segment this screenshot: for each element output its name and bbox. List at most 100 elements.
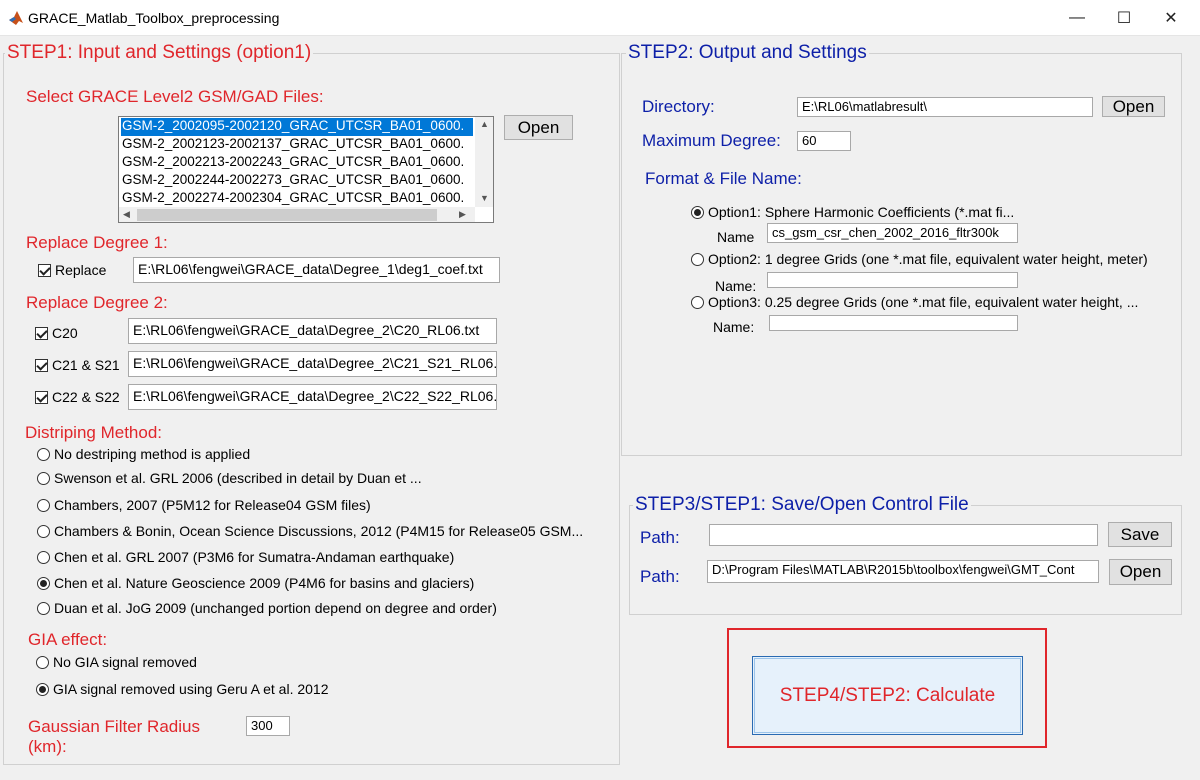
c20-label: C20 (52, 325, 78, 341)
radio-button[interactable] (691, 252, 704, 266)
max-degree-field[interactable]: 60 (797, 131, 851, 151)
matlab-icon (9, 11, 23, 25)
destripe-option-label: Chen et al. GRL 2007 (P3M6 for Sumatra-A… (54, 549, 455, 565)
name3-field[interactable] (769, 315, 1018, 331)
scroll-up-icon[interactable]: ▲ (480, 119, 489, 129)
list-item[interactable]: GSM-2_2002123-2002137_GRAC_UTCSR_BA01_06… (121, 136, 473, 154)
name2-label: Name: (715, 278, 757, 294)
radio-button-selected[interactable] (36, 682, 49, 696)
path1-field[interactable] (709, 524, 1098, 546)
select-files-label: Select GRACE Level2 GSM/GAD Files: (26, 87, 324, 106)
gia-option-label: No GIA signal removed (53, 654, 197, 670)
scroll-left-icon[interactable]: ◀ (123, 209, 130, 220)
destripe-option-label: No destriping method is applied (54, 446, 251, 462)
c20-checkbox[interactable] (35, 326, 48, 340)
output-option1-label: Option1: Sphere Harmonic Coefficients (*… (708, 204, 1015, 220)
c21-checkbox-row[interactable]: C21 & S21 (35, 357, 120, 373)
radio-button[interactable] (37, 550, 50, 564)
destripe-option-duan[interactable]: Duan et al. JoG 2009 (unchanged portion … (37, 600, 497, 616)
radio-button-selected[interactable] (37, 576, 50, 590)
destripe-option-label: Swenson et al. GRL 2006 (described in de… (54, 470, 422, 486)
minimize-icon: — (1069, 9, 1085, 26)
save-button[interactable]: Save (1108, 522, 1172, 547)
c22-path-field[interactable]: E:\RL06\fengwei\GRACE_data\Degree_2\C22_… (128, 384, 497, 410)
path2-label: Path: (640, 567, 680, 586)
destripe-option-chambers-bonin[interactable]: Chambers & Bonin, Ocean Science Discussi… (37, 523, 583, 539)
calculate-button[interactable]: STEP4/STEP2: Calculate (752, 656, 1023, 735)
destripe-option-swenson[interactable]: Swenson et al. GRL 2006 (described in de… (37, 470, 422, 486)
gia-option-none[interactable]: No GIA signal removed (36, 654, 197, 670)
list-item[interactable]: GSM-2_2002213-2002243_GRAC_UTCSR_BA01_06… (121, 154, 473, 172)
maximize-button[interactable]: ☐ (1101, 0, 1147, 36)
step2-title: STEP2: Output and Settings (626, 42, 869, 64)
radio-button[interactable] (691, 295, 704, 309)
destripe-option-label: Duan et al. JoG 2009 (unchanged portion … (54, 600, 497, 616)
path2-field[interactable]: D:\Program Files\MATLAB\R2015b\toolbox\f… (707, 560, 1099, 583)
replace-checkbox-label: Replace (55, 262, 107, 278)
directory-label: Directory: (642, 97, 715, 116)
name1-field[interactable]: cs_gsm_csr_chen_2002_2016_fltr300k (767, 223, 1018, 243)
directory-field[interactable]: E:\RL06\matlabresult\ (797, 97, 1093, 117)
gaussian-label-line2: (km): (28, 737, 67, 756)
radio-button[interactable] (37, 447, 50, 461)
radio-button[interactable] (36, 655, 49, 669)
step3-title: STEP3/STEP1: Save/Open Control File (633, 494, 971, 516)
close-button[interactable]: ✕ (1148, 0, 1194, 36)
degree1-path-field[interactable]: E:\RL06\fengwei\GRACE_data\Degree_1\deg1… (133, 257, 500, 283)
gia-option-geru[interactable]: GIA signal removed using Geru A et al. 2… (36, 681, 329, 697)
replace-checkbox[interactable] (38, 263, 51, 277)
step1-title: STEP1: Input and Settings (option1) (5, 42, 314, 64)
c20-checkbox-row[interactable]: C20 (35, 325, 78, 341)
replace-degree2-label: Replace Degree 2: (26, 293, 168, 312)
open-control-button[interactable]: Open (1109, 559, 1172, 585)
directory-open-button[interactable]: Open (1102, 96, 1165, 117)
c22-checkbox[interactable] (35, 390, 48, 404)
replace-degree1-label: Replace Degree 1: (26, 233, 168, 252)
scroll-right-icon[interactable]: ▶ (459, 209, 466, 220)
format-label: Format & File Name: (645, 169, 802, 188)
c22-checkbox-row[interactable]: C22 & S22 (35, 389, 120, 405)
radio-button-selected[interactable] (691, 205, 704, 219)
destripe-option-chambers2007[interactable]: Chambers, 2007 (P5M12 for Release04 GSM … (37, 497, 371, 513)
gaussian-radius-field[interactable]: 300 (246, 716, 290, 736)
output-option1[interactable]: Option1: Sphere Harmonic Coefficients (*… (691, 204, 1014, 220)
radio-button[interactable] (37, 498, 50, 512)
output-option2[interactable]: Option2: 1 degree Grids (one *.mat file,… (691, 251, 1148, 267)
destripe-option-chen2007[interactable]: Chen et al. GRL 2007 (P3M6 for Sumatra-A… (37, 549, 454, 565)
files-listbox[interactable]: GSM-2_2002095-2002120_GRAC_UTCSR_BA01_06… (118, 116, 494, 223)
c21-path-field[interactable]: E:\RL06\fengwei\GRACE_data\Degree_2\C21_… (128, 351, 497, 377)
c22-label: C22 & S22 (52, 389, 120, 405)
maximize-icon: ☐ (1116, 10, 1132, 27)
destripe-option-label: Chambers & Bonin, Ocean Science Discussi… (54, 523, 584, 539)
max-degree-label: Maximum Degree: (642, 131, 781, 150)
scroll-down-icon[interactable]: ▼ (480, 193, 489, 203)
gia-option-label: GIA signal removed using Geru A et al. 2… (53, 681, 329, 697)
destripe-option-label: Chambers, 2007 (P5M12 for Release04 GSM … (54, 497, 371, 513)
destripe-option-chen2009[interactable]: Chen et al. Nature Geoscience 2009 (P4M6… (37, 575, 474, 591)
c20-path-field[interactable]: E:\RL06\fengwei\GRACE_data\Degree_2\C20_… (128, 318, 497, 344)
vertical-scrollbar[interactable]: ▲ ▼ (475, 117, 493, 207)
output-option3[interactable]: Option3: 0.25 degree Grids (one *.mat fi… (691, 294, 1138, 310)
horizontal-scrollbar[interactable]: ◀ ▶ (119, 207, 475, 222)
path1-label: Path: (640, 528, 680, 547)
radio-button[interactable] (37, 471, 50, 485)
radio-button[interactable] (37, 524, 50, 538)
list-item[interactable]: GSM-2_2002244-2002273_GRAC_UTCSR_BA01_06… (121, 172, 473, 190)
open-files-button[interactable]: Open (504, 115, 573, 140)
name1-label: Name (717, 229, 755, 245)
destripe-option-none[interactable]: No destriping method is applied (37, 446, 250, 462)
output-option2-label: Option2: 1 degree Grids (one *.mat file,… (708, 251, 1148, 267)
gaussian-label-line1: Gaussian Filter Radius (28, 717, 200, 736)
list-item[interactable]: GSM-2_2002274-2002304_GRAC_UTCSR_BA01_06… (121, 190, 473, 208)
destriping-label: Distriping Method: (25, 423, 163, 442)
scroll-thumb[interactable] (137, 209, 437, 221)
c21-label: C21 & S21 (52, 357, 120, 373)
radio-button[interactable] (37, 601, 50, 615)
gia-label: GIA effect: (28, 630, 108, 649)
close-icon: ✕ (1164, 10, 1178, 27)
list-item[interactable]: GSM-2_2002095-2002120_GRAC_UTCSR_BA01_06… (121, 118, 473, 136)
name2-field[interactable] (767, 272, 1018, 288)
c21-checkbox[interactable] (35, 358, 48, 372)
replace-checkbox-row[interactable]: Replace (38, 262, 106, 278)
minimize-button[interactable]: — (1054, 0, 1100, 36)
